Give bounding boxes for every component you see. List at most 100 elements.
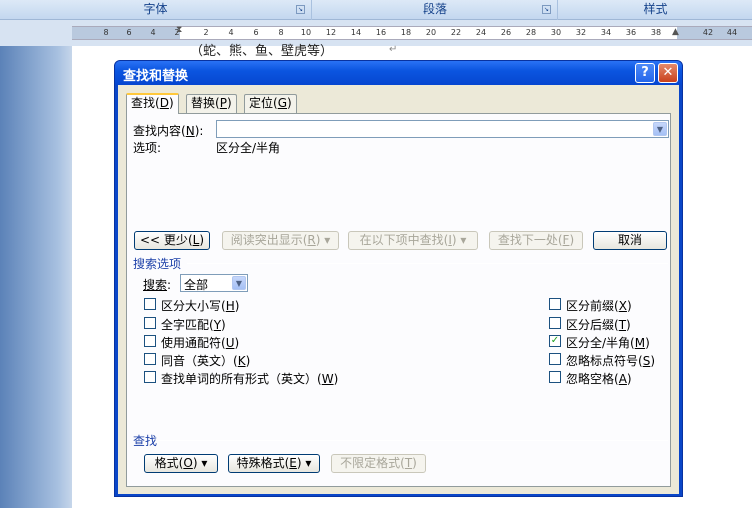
ribbon-group-styles-label: 样式: [643, 2, 668, 16]
divider: [187, 263, 668, 264]
search-options-title: 搜索选项: [133, 257, 182, 271]
special-format-key: E: [289, 456, 297, 470]
horizontal-ruler[interactable]: 8 6 4 2 2 4 6 8 10 12 14 16 18 20 22 24 …: [72, 25, 752, 40]
match-case-checkbox[interactable]: [144, 298, 156, 310]
match-width-checkbox[interactable]: ✓: [549, 335, 561, 347]
dialog-client: 查找(D) 替换(P) 定位(G) 查找内容(N): ▼ 选项: 区分全/半角 …: [118, 85, 679, 494]
close-button[interactable]: ✕: [658, 63, 678, 83]
less-button[interactable]: << 更少(L): [134, 231, 210, 250]
whole-word-label: 全字匹配(Y): [161, 318, 226, 332]
match-suffix-key: T: [618, 318, 627, 332]
checkmark-icon: ✓: [550, 335, 560, 346]
match-prefix-key: X: [618, 299, 627, 313]
reading-highlight-button[interactable]: 阅读突出显示(R) ▾: [222, 231, 339, 250]
find-what-key: N: [185, 124, 195, 138]
ignore-punctuation-label: 忽略标点符号(S): [566, 354, 656, 368]
match-case-key: H: [225, 299, 235, 313]
find-in-button[interactable]: 在以下项中查找(I) ▾: [348, 231, 478, 250]
ruler-tick: 14: [350, 28, 362, 37]
options-label: 选项:: [133, 141, 162, 155]
whole-word-checkbox[interactable]: [144, 317, 156, 329]
sounds-like-key: K: [237, 354, 246, 368]
ruler-tick: 28: [525, 28, 537, 37]
ruler-tick: 26: [500, 28, 512, 37]
special-format-label: 特殊格式: [236, 456, 285, 470]
all-word-forms-checkbox[interactable]: [144, 371, 156, 383]
match-suffix-label-text: 区分后缀: [566, 318, 615, 332]
ruler-margin-right: [677, 27, 752, 39]
dropdown-arrow-icon: ▾: [460, 233, 467, 247]
whole-word-label-text: 全字匹配: [161, 318, 210, 332]
ruler-tick: 4: [228, 28, 234, 37]
ignore-spaces-key: A: [618, 372, 627, 386]
ribbon-group-labels: 字体 ↘ 段落 ↘ 样式: [0, 0, 752, 20]
ruler-tick: 2: [203, 28, 209, 37]
sounds-like-checkbox[interactable]: [144, 353, 156, 365]
tab-goto-key: G: [277, 96, 288, 110]
wildcards-label-text: 使用通配符: [161, 336, 222, 350]
ruler-tick: 20: [425, 28, 437, 37]
find-in-label: 在以下项中查找: [359, 233, 444, 247]
match-prefix-checkbox[interactable]: [549, 298, 561, 310]
ruler-tick: 32: [575, 28, 587, 37]
ruler-tick: 12: [325, 28, 337, 37]
match-width-label-text: 区分全/半角: [566, 336, 631, 350]
dialog-titlebar[interactable]: 查找和替换 ? ✕: [115, 61, 682, 85]
ruler-tick: 6: [126, 28, 132, 37]
sounds-like-label: 同音（英文）(K): [161, 354, 251, 368]
chevron-down-icon[interactable]: ▼: [232, 276, 246, 290]
match-case-label: 区分大小写(H): [161, 299, 240, 313]
right-indent-marker-icon[interactable]: ▲: [672, 27, 679, 37]
ruler-tick: 4: [150, 28, 156, 37]
find-next-button[interactable]: 查找下一处(F): [489, 231, 583, 250]
ruler-tick: 42: [702, 28, 714, 37]
find-what-label-text: 查找内容: [133, 124, 182, 138]
ruler-tick: 30: [550, 28, 562, 37]
reading-highlight-key: R: [307, 233, 316, 247]
match-suffix-label: 区分后缀(T): [566, 318, 631, 332]
ruler-tick: 36: [625, 28, 637, 37]
ruler-tick: 24: [475, 28, 487, 37]
paragraph-mark-icon: ↵: [389, 44, 398, 55]
ruler-tick: 44: [726, 28, 738, 37]
ruler-tick: 22: [450, 28, 462, 37]
wildcards-checkbox[interactable]: [144, 335, 156, 347]
cancel-button[interactable]: 取消: [593, 231, 667, 250]
ribbon-group-paragraph-label: 段落: [422, 2, 447, 16]
ruler-tick: 10: [300, 28, 312, 37]
format-button[interactable]: 格式(O) ▾: [144, 454, 218, 473]
tab-find[interactable]: 查找(D): [126, 93, 179, 114]
special-format-button[interactable]: 特殊格式(E) ▾: [228, 454, 320, 473]
search-direction-value: 全部: [184, 278, 209, 292]
match-width-key: M: [634, 336, 646, 350]
find-what-input[interactable]: ▼: [216, 120, 669, 138]
help-button[interactable]: ?: [635, 63, 655, 83]
ruler-tick: 38: [650, 28, 662, 37]
find-replace-dialog: 查找和替换 ? ✕ 查找(D) 替换(P) 定位(G) 查找内容(N): ▼ 选…: [114, 60, 683, 497]
search-direction-select[interactable]: 全部 ▼: [180, 274, 248, 292]
search-direction-label-text: 搜索: [143, 278, 168, 292]
ignore-spaces-label: 忽略空格(A): [566, 372, 632, 386]
match-prefix-label: 区分前缀(X): [566, 299, 632, 313]
match-suffix-checkbox[interactable]: [549, 317, 561, 329]
first-line-indent-marker-icon[interactable]: ⧗: [176, 25, 182, 35]
ignore-spaces-checkbox[interactable]: [549, 371, 561, 383]
search-direction-label: 搜索:: [143, 278, 172, 292]
divider: [159, 440, 668, 441]
ignore-punctuation-label-text: 忽略标点符号: [566, 354, 639, 368]
tab-goto[interactable]: 定位(G): [244, 94, 297, 113]
ruler-tick: 18: [400, 28, 412, 37]
ribbon-group-styles: 样式: [559, 0, 752, 20]
ruler-tick: 16: [375, 28, 387, 37]
ignore-punctuation-checkbox[interactable]: [549, 353, 561, 365]
find-tab-panel: 查找内容(N): ▼ 选项: 区分全/半角 << 更少(L) 阅读突出显示(R)…: [126, 113, 671, 487]
font-dialog-launcher-icon[interactable]: ↘: [296, 5, 305, 14]
chevron-down-icon[interactable]: ▼: [653, 122, 667, 136]
workspace-background: [0, 46, 72, 508]
no-formatting-button[interactable]: 不限定格式(T): [331, 454, 426, 473]
paragraph-dialog-launcher-icon[interactable]: ↘: [542, 5, 551, 14]
reading-highlight-label: 阅读突出显示: [230, 233, 303, 247]
ribbon-group-font: 字体 ↘: [0, 0, 312, 20]
tab-replace[interactable]: 替换(P): [186, 94, 237, 113]
format-button-key: O: [183, 456, 193, 470]
